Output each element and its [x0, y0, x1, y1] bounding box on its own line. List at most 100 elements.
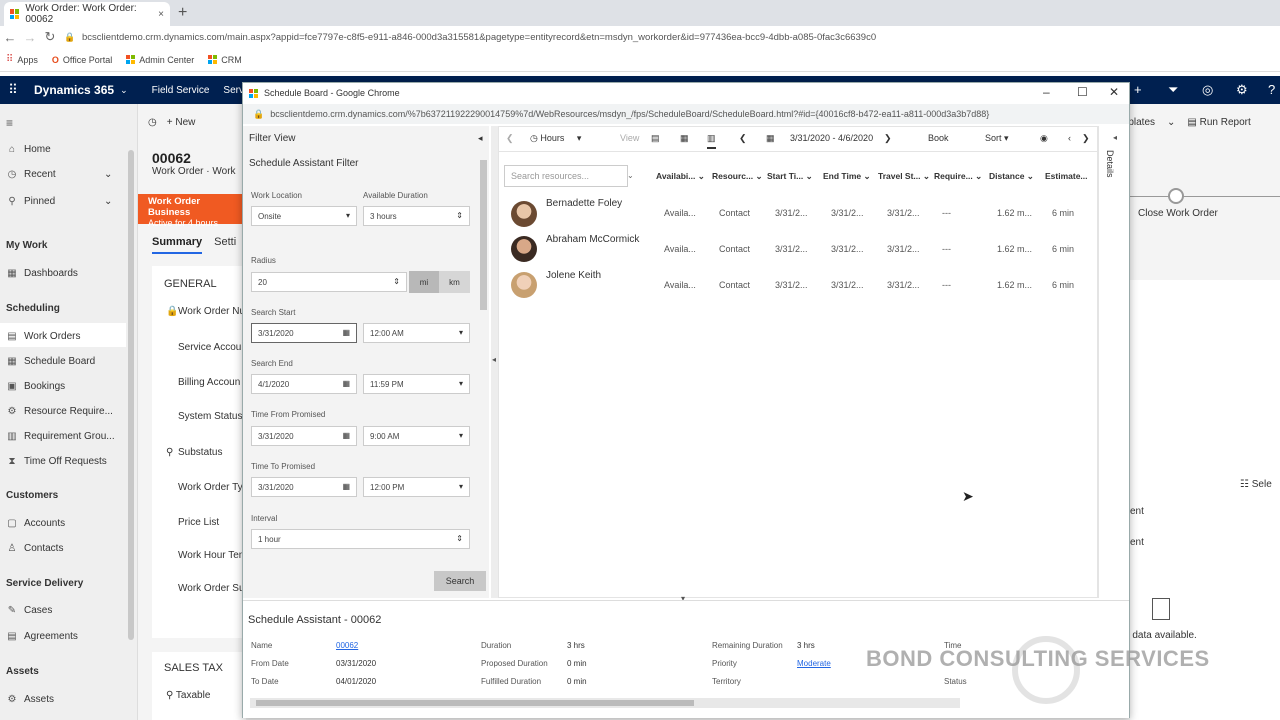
nav-requirement-groups[interactable]: ▥ Requirement Grou...	[6, 431, 114, 442]
chevron-down-icon[interactable]: ⌄	[1167, 117, 1175, 128]
search-end-time[interactable]: 11:59 PM ▾	[363, 374, 470, 394]
search-start-time[interactable]: 12:00 AM ▾	[363, 323, 470, 343]
stage-dot[interactable]	[1168, 188, 1184, 204]
browser-tab[interactable]: Work Order: Work Order: 00062 ×	[4, 2, 170, 26]
search-start-date[interactable]: 3/31/2020 ▦	[251, 323, 357, 343]
resource-search-input[interactable]: Search resources...	[504, 165, 628, 187]
bookmark-crm[interactable]: CRM	[208, 55, 242, 65]
chevron-left-icon[interactable]: ‹	[1068, 133, 1071, 143]
popup-url[interactable]: bcsclientdemo.crm.dynamics.com/%7b637211…	[270, 109, 989, 119]
forward-icon[interactable]: →	[20, 30, 40, 45]
help-icon[interactable]: ?	[1268, 82, 1275, 97]
column-header[interactable]: Distance ⌄	[989, 171, 1034, 182]
time-to-date[interactable]: 3/31/2020 ▦	[251, 477, 357, 497]
sort-dropdown[interactable]: Sort ▾	[985, 133, 1009, 144]
tab-settings[interactable]: Setti	[214, 236, 236, 254]
time-to-time[interactable]: 12:00 PM ▾	[363, 477, 470, 497]
column-header[interactable]: Start Ti... ⌄	[767, 171, 813, 182]
book-button[interactable]: Book	[928, 133, 949, 143]
resource-name[interactable]: Jolene Keith	[546, 270, 601, 281]
maximize-icon[interactable]: ☐	[1077, 85, 1088, 99]
nav-dashboards[interactable]: ▦ Dashboards	[6, 268, 78, 279]
chevron-down-icon[interactable]: ⌄	[627, 171, 634, 180]
filter-icon[interactable]: ⏷	[1168, 82, 1178, 98]
radius-input[interactable]: 20 ⇕	[251, 272, 407, 292]
hours-dropdown[interactable]: ◷ Hours ▾	[530, 133, 581, 144]
nav-recent[interactable]: ◷ Recent ⌄	[6, 169, 113, 180]
back-icon[interactable]: ←	[0, 30, 20, 45]
calendar-icon[interactable]: ▦	[766, 133, 775, 144]
column-header[interactable]: Resourc... ⌄	[712, 171, 763, 182]
interval-select[interactable]: 1 hour ⇕	[251, 529, 470, 549]
nav-pinned[interactable]: ⚲ Pinned ⌄	[6, 196, 112, 207]
app-brand[interactable]: Dynamics 365	[34, 83, 114, 97]
column-header[interactable]: End Time ⌄	[823, 171, 871, 182]
priority-link[interactable]: Moderate	[797, 659, 831, 668]
tab-summary[interactable]: Summary	[152, 236, 203, 254]
close-icon[interactable]: ✕	[1109, 85, 1119, 99]
history-icon[interactable]: ◷	[148, 117, 157, 128]
nav-agreements[interactable]: ▤ Agreements	[6, 631, 78, 642]
nav-contacts[interactable]: ♙ Contacts	[6, 543, 64, 554]
chevron-right-icon[interactable]: ❯	[1082, 133, 1090, 144]
nav-accounts[interactable]: ▢ Accounts	[6, 518, 65, 529]
nav-home[interactable]: ⌂ Home	[6, 144, 51, 155]
column-header[interactable]: Travel St... ⌄	[878, 171, 930, 182]
nav-work-orders[interactable]: ▤ Work Orders	[6, 331, 80, 342]
bookmark-admin-center[interactable]: Admin Center	[126, 55, 194, 65]
column-header[interactable]: Estimate...	[1045, 171, 1088, 181]
select-view-label[interactable]: ☷ Sele	[1240, 479, 1272, 490]
eye-icon[interactable]: ◉	[1040, 133, 1048, 144]
nav-bookings[interactable]: ▣ Bookings	[6, 381, 65, 392]
expand-details-icon[interactable]: ◂	[1113, 133, 1117, 142]
collapse-left-icon[interactable]: ◂	[492, 355, 496, 364]
grid-view-icon[interactable]: ▦	[680, 133, 689, 144]
nav-resource-requirements[interactable]: ⚙ Resource Require...	[6, 406, 113, 417]
nav-assets[interactable]: ⚙ Assets	[6, 694, 55, 705]
bookmark-office-portal[interactable]: O Office Portal	[52, 55, 112, 65]
hamburger-icon[interactable]: ≡	[6, 116, 13, 130]
chevron-down-icon[interactable]: ⌄	[120, 85, 128, 96]
resource-name[interactable]: Bernadette Foley	[546, 198, 622, 209]
column-header[interactable]: Availabi... ⌄	[656, 171, 705, 182]
waffle-icon[interactable]: ⠿	[2, 82, 24, 98]
nav-schedule-board[interactable]: ▦ Schedule Board	[6, 356, 95, 367]
nav-time-off-requests[interactable]: ⧗ Time Off Requests	[6, 456, 106, 467]
left-nav-scrollbar[interactable]	[128, 150, 134, 640]
bookmark-apps[interactable]: ⠿ Apps	[6, 54, 38, 65]
minimize-icon[interactable]: –	[1043, 85, 1050, 99]
filter-scrollbar[interactable]	[480, 160, 487, 310]
reload-icon[interactable]: ↻	[40, 29, 60, 45]
name-link[interactable]: 00062	[336, 641, 358, 650]
available-duration-select[interactable]: 3 hours ⇕	[363, 206, 470, 226]
list-view-icon[interactable]: ▤	[651, 133, 660, 144]
table-view-icon[interactable]: ▥	[707, 133, 716, 149]
new-button[interactable]: + New	[167, 117, 196, 128]
time-from-date[interactable]: 3/31/2020 ▦	[251, 426, 357, 446]
run-report-button[interactable]: ▤ Run Report	[1187, 117, 1250, 128]
next-icon[interactable]: ❯	[884, 133, 892, 144]
target-icon[interactable]: ◎	[1202, 82, 1213, 98]
unit-mi-toggle[interactable]: mi	[409, 271, 439, 293]
settings-icon[interactable]: ⚙	[1236, 82, 1248, 98]
horizontal-scrollbar-thumb[interactable]	[256, 700, 694, 706]
url-text[interactable]: bcsclientdemo.crm.dynamics.com/main.aspx…	[82, 32, 876, 43]
resource-name[interactable]: Abraham McCormick	[546, 234, 639, 245]
date-range[interactable]: 3/31/2020 - 4/6/2020	[790, 133, 873, 143]
area-field-service[interactable]: Field Service	[152, 85, 210, 96]
collapse-left-icon[interactable]: ◂	[478, 133, 483, 144]
search-end-date[interactable]: 4/1/2020 ▦	[251, 374, 357, 394]
column-header[interactable]: Require... ⌄	[934, 171, 982, 182]
new-tab-button[interactable]: +	[178, 4, 187, 22]
chevron-left-icon[interactable]: ❮	[506, 133, 514, 144]
details-label[interactable]: Details	[1105, 150, 1115, 178]
plus-icon[interactable]: +	[1134, 82, 1142, 97]
tab-close-icon[interactable]: ×	[158, 9, 164, 20]
work-location-select[interactable]: Onsite ▾	[251, 206, 357, 226]
search-button[interactable]: Search	[434, 571, 486, 591]
nav-cases[interactable]: ✎ Cases	[6, 605, 53, 616]
unit-km-toggle[interactable]: km	[439, 271, 470, 293]
business-process-flag[interactable]: Work Order Business Active for 4 hours	[138, 194, 244, 228]
time-from-time[interactable]: 9:00 AM ▾	[363, 426, 470, 446]
stage-close-work-order[interactable]: Close Work Order	[1138, 208, 1218, 219]
